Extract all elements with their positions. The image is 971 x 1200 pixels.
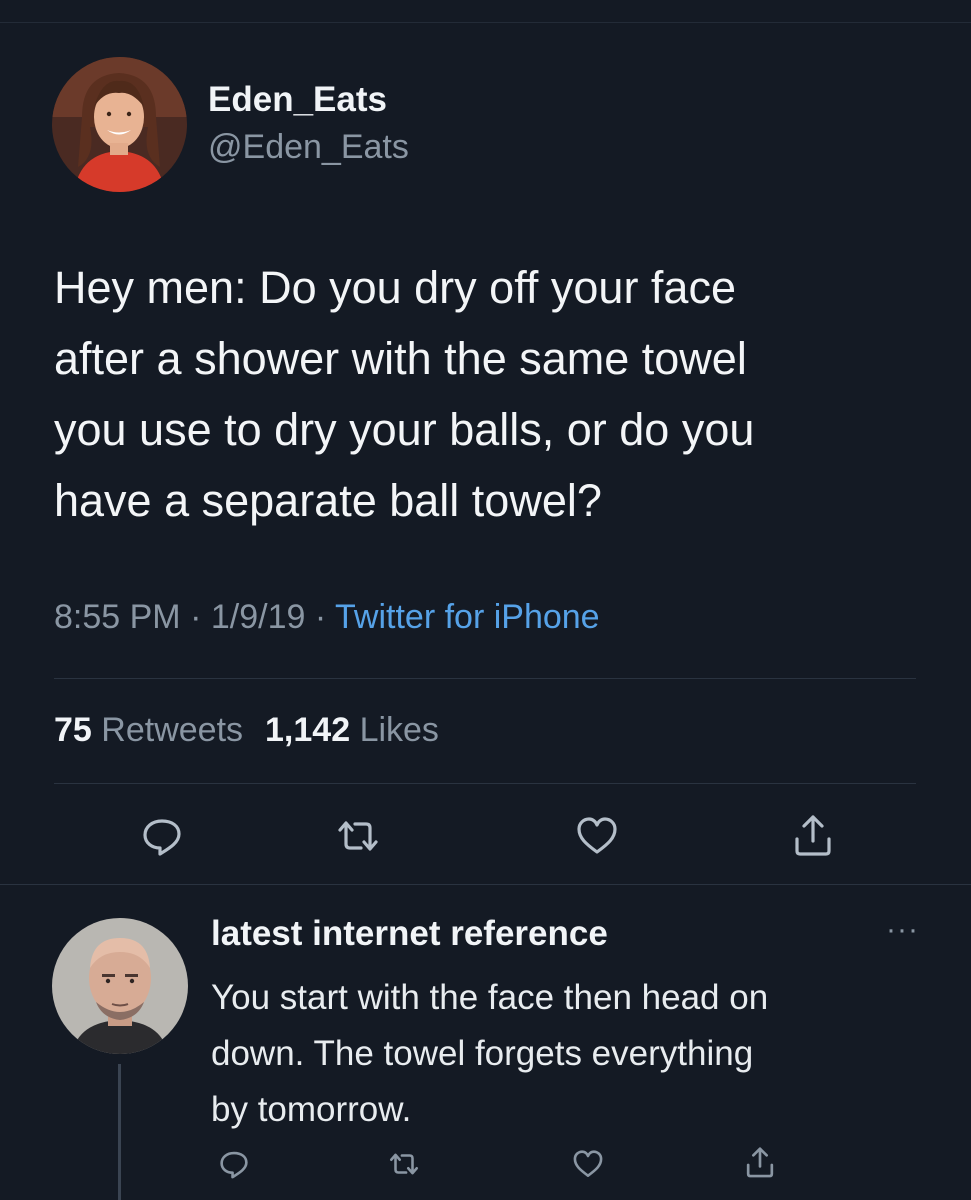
like-icon [577,817,617,854]
share-button[interactable] [785,806,841,864]
tweet-divider [0,884,971,885]
reply-like-button[interactable] [568,1144,608,1184]
retweet-button[interactable] [330,808,386,864]
tweet-text-line: Hey men: Do you dry off your face [54,262,736,313]
reply-text-line: down. The towel forgets everything [211,1034,754,1073]
tweet-text-line: after a shower with the same towel [54,333,747,384]
tweet-time[interactable]: 8:55 PM [54,598,181,636]
reply-icon [143,819,181,856]
metadata-divider [54,678,916,679]
meta-separator: · [314,598,327,636]
retweet-icon [389,1153,419,1175]
likes-stat[interactable]: 1,142 Likes [265,711,439,749]
retweet-count: 75 [54,711,92,749]
reply-share-button[interactable] [740,1140,780,1184]
top-divider [0,22,971,23]
engagement-stats: 75 Retweets 1,142 Likes [54,711,439,750]
reply-reply-button[interactable] [214,1144,254,1184]
author-handle[interactable]: @Eden_Eats [208,128,409,167]
like-button[interactable] [569,808,625,864]
thread-line [118,1064,121,1200]
reply-text-line: by tomorrow. [211,1090,412,1129]
reply-retweet-button[interactable] [384,1144,424,1184]
tweet-source-link[interactable]: Twitter for iPhone [335,598,600,636]
more-options-icon[interactable]: ··· [886,913,919,947]
retweet-label: Retweets [101,711,244,749]
reply-author-avatar[interactable] [52,918,188,1054]
tweet-metadata: 8:55 PM · 1/9/19 · Twitter for iPhone [54,598,600,637]
tweet-text: Hey men: Do you dry off your face after … [54,252,934,536]
reply-text: You start with the face then head on dow… [211,970,931,1138]
stats-divider [54,783,916,784]
retweets-stat[interactable]: 75 Retweets [54,711,243,749]
author-display-name[interactable]: Eden_Eats [208,80,387,120]
tweet-text-line: you use to dry your balls, or do you [54,404,755,455]
tweet-text-line: have a separate ball towel? [54,475,602,526]
meta-separator: · [190,598,202,636]
reply-icon [220,1151,248,1179]
tweet-date[interactable]: 1/9/19 [211,598,306,636]
author-avatar[interactable] [52,57,187,192]
like-count: 1,142 [265,711,351,749]
reply-button[interactable] [134,808,190,864]
reply-author-display-name[interactable]: latest internet reference [211,914,608,954]
share-icon [746,1147,774,1178]
like-label: Likes [359,711,439,749]
like-icon [573,1150,603,1177]
share-icon [795,815,831,856]
reply-text-line: You start with the face then head on [211,978,769,1017]
retweet-icon [338,821,378,851]
